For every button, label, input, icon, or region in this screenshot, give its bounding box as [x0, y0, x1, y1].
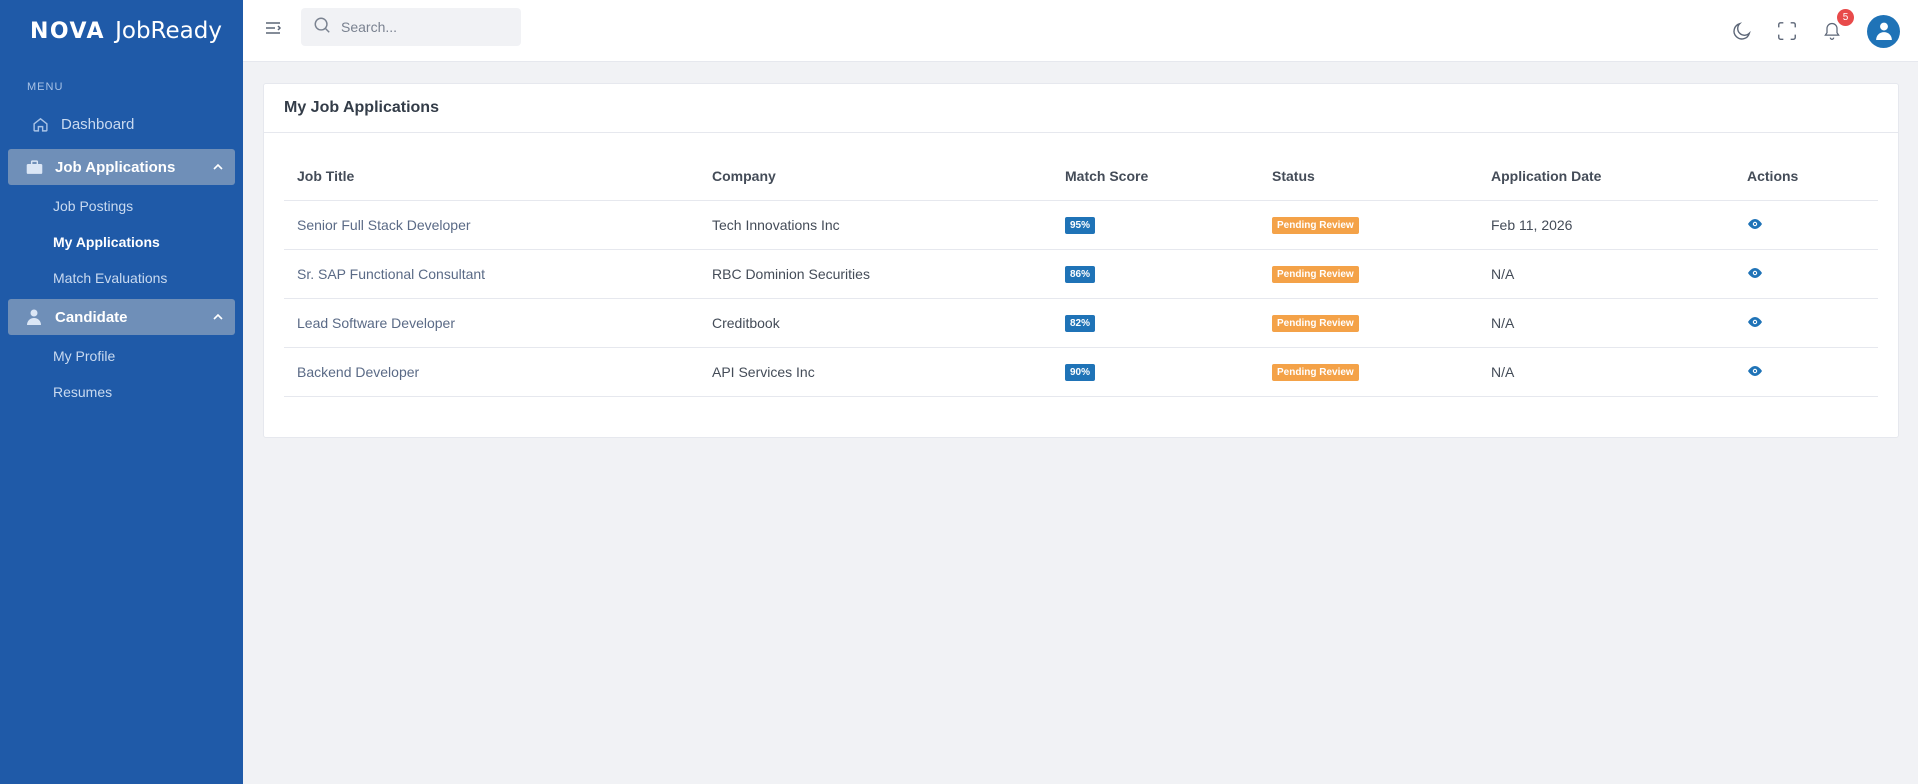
menu-toggle-icon[interactable]: [263, 18, 283, 38]
table-row: Lead Software Developer Creditbook 82% P…: [284, 298, 1878, 348]
status-badge: Pending Review: [1272, 217, 1359, 234]
column-header-actions: Actions: [1734, 153, 1878, 201]
column-header-status[interactable]: Status: [1259, 153, 1478, 201]
view-eye-icon[interactable]: [1747, 217, 1763, 229]
match-score-badge: 90%: [1065, 364, 1096, 381]
status-badge: Pending Review: [1272, 266, 1359, 283]
actions-cell: [1734, 347, 1878, 397]
fullscreen-icon[interactable]: [1775, 19, 1799, 43]
match-score-cell: 82%: [1052, 298, 1259, 348]
table-header-row: Job Title Company Match Score Status App…: [284, 153, 1878, 201]
job-title-cell[interactable]: Backend Developer: [284, 347, 699, 397]
job-title-cell[interactable]: Senior Full Stack Developer: [284, 200, 699, 250]
application-date-cell: N/A: [1478, 298, 1734, 348]
view-eye-icon[interactable]: [1747, 315, 1763, 327]
sidebar-item-job-postings[interactable]: Job Postings: [0, 188, 243, 224]
status-badge: Pending Review: [1272, 364, 1359, 381]
match-score-badge: 95%: [1065, 217, 1096, 234]
company-cell: Creditbook: [699, 298, 1052, 348]
applications-table: Job Title Company Match Score Status App…: [284, 153, 1878, 397]
product-name: JobReady: [115, 18, 222, 44]
card-header: My Job Applications: [264, 84, 1898, 133]
view-eye-icon[interactable]: [1747, 266, 1763, 278]
sidebar-group-label: Candidate: [55, 308, 128, 326]
page-title: My Job Applications: [284, 99, 439, 116]
sidebar: NOVA JobReady MENU Dashboard Job Applica…: [0, 0, 243, 784]
job-title-cell[interactable]: Lead Software Developer: [284, 298, 699, 348]
home-icon: [30, 114, 50, 134]
match-score-badge: 86%: [1065, 266, 1096, 283]
match-score-cell: 86%: [1052, 249, 1259, 299]
table-row: Backend Developer API Services Inc 90% P…: [284, 347, 1878, 397]
match-score-cell: 90%: [1052, 347, 1259, 397]
user-icon: [24, 307, 44, 327]
table-row: Senior Full Stack Developer Tech Innovat…: [284, 200, 1878, 250]
menu-section-label: MENU: [27, 81, 64, 93]
company-cell: Tech Innovations Inc: [699, 200, 1052, 250]
sidebar-group-candidate[interactable]: Candidate: [8, 299, 235, 335]
sidebar-item-my-applications[interactable]: My Applications: [0, 224, 243, 260]
search-icon: [313, 16, 331, 39]
status-cell: Pending Review: [1259, 249, 1478, 299]
actions-cell: [1734, 298, 1878, 348]
app-logo[interactable]: NOVA JobReady: [0, 0, 243, 62]
moon-icon[interactable]: [1730, 19, 1754, 43]
sidebar-item-resumes[interactable]: Resumes: [0, 374, 243, 410]
search-input[interactable]: [341, 19, 511, 35]
brand-name: NOVA: [30, 18, 106, 44]
actions-cell: [1734, 200, 1878, 250]
column-header-job-title[interactable]: Job Title: [284, 153, 699, 201]
match-score-badge: 82%: [1065, 315, 1096, 332]
search-box[interactable]: [301, 8, 521, 46]
table-row: Sr. SAP Functional Consultant RBC Domini…: [284, 249, 1878, 299]
company-cell: RBC Dominion Securities: [699, 249, 1052, 299]
job-title-cell[interactable]: Sr. SAP Functional Consultant: [284, 249, 699, 299]
sidebar-item-match-evaluations[interactable]: Match Evaluations: [0, 260, 243, 296]
actions-cell: [1734, 249, 1878, 299]
match-score-cell: 95%: [1052, 200, 1259, 250]
applications-card: My Job Applications Job Title Company Ma…: [263, 83, 1899, 438]
view-eye-icon[interactable]: [1747, 364, 1763, 376]
status-cell: Pending Review: [1259, 298, 1478, 348]
column-header-company[interactable]: Company: [699, 153, 1052, 201]
sidebar-nav: Dashboard Job Applications Job Postings …: [0, 106, 243, 410]
application-date-cell: N/A: [1478, 347, 1734, 397]
header-actions: 5: [1730, 0, 1918, 62]
application-date-cell: Feb 11, 2026: [1478, 200, 1734, 250]
notification-badge: 5: [1837, 9, 1854, 26]
column-header-match-score[interactable]: Match Score: [1052, 153, 1259, 201]
avatar[interactable]: [1867, 14, 1900, 48]
sidebar-item-my-profile[interactable]: My Profile: [0, 338, 243, 374]
column-header-application-date[interactable]: Application Date: [1478, 153, 1734, 201]
status-cell: Pending Review: [1259, 200, 1478, 250]
sidebar-group-label: Job Applications: [55, 158, 176, 176]
sidebar-item-label: Dashboard: [61, 115, 135, 133]
sidebar-item-dashboard[interactable]: Dashboard: [8, 106, 235, 142]
company-cell: API Services Inc: [699, 347, 1052, 397]
application-date-cell: N/A: [1478, 249, 1734, 299]
top-header: 5: [243, 0, 1918, 62]
status-badge: Pending Review: [1272, 315, 1359, 332]
status-cell: Pending Review: [1259, 347, 1478, 397]
chevron-up-icon: [213, 160, 223, 174]
bell-icon[interactable]: 5: [1820, 9, 1854, 43]
chevron-up-icon: [213, 310, 223, 324]
briefcase-icon: [24, 157, 44, 177]
sidebar-group-job-applications[interactable]: Job Applications: [8, 149, 235, 185]
